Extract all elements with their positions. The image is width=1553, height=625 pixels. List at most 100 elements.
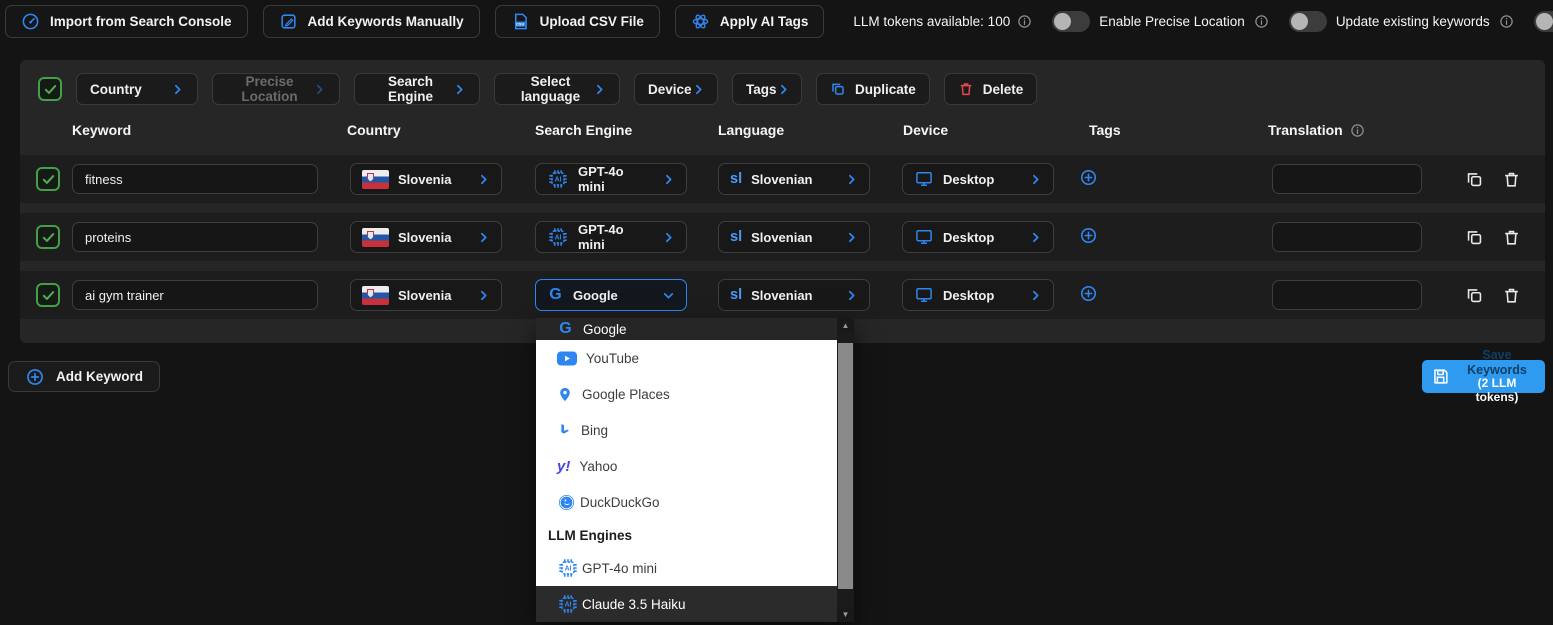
svg-text:CSV: CSV — [516, 22, 524, 27]
duplicate-button[interactable]: Duplicate — [816, 73, 930, 105]
apply-ai-tags-button[interactable]: Apply AI Tags — [675, 5, 825, 38]
info-icon[interactable] — [1254, 14, 1269, 29]
header-keyword: Keyword — [66, 122, 342, 138]
duplicate-row-icon[interactable] — [1465, 170, 1484, 189]
language-select[interactable]: sl Slovenian — [718, 163, 870, 195]
import-search-console-button[interactable]: Import from Search Console — [5, 5, 248, 38]
upload-csv-button[interactable]: CSV Upload CSV File — [495, 5, 660, 38]
button-label: Apply AI Tags — [720, 14, 809, 29]
llm-engines-section-label: LLM Engines — [536, 520, 837, 550]
edit-icon — [279, 12, 298, 31]
language-select[interactable]: sl Slovenian — [718, 279, 870, 311]
dropdown-item-google[interactable]: G Google — [536, 318, 837, 340]
duplicate-row-icon[interactable] — [1465, 228, 1484, 247]
toggle-label: Enable Precise Location — [1099, 14, 1245, 29]
search-engine-select[interactable]: AI GPT-4o mini — [535, 163, 687, 195]
translation-input[interactable] — [1272, 164, 1422, 194]
delete-row-icon[interactable] — [1502, 170, 1521, 189]
ai-chip-icon: AI — [557, 593, 579, 615]
dropdown-item-google-places[interactable]: Google Places — [536, 376, 837, 412]
translation-input[interactable] — [1272, 280, 1422, 310]
keywords-table-panel: Country Precise Location Search Engine S… — [20, 60, 1545, 343]
country-select[interactable]: Slovenia — [350, 221, 502, 253]
ai-swirl-icon — [691, 12, 710, 31]
device-select[interactable]: Desktop — [902, 163, 1054, 195]
add-tag-icon[interactable] — [1079, 168, 1098, 187]
language-code-badge: sl — [730, 287, 742, 303]
dropdown-item-yahoo[interactable]: y! Yahoo — [536, 448, 837, 484]
delete-row-icon[interactable] — [1502, 286, 1521, 305]
country-select[interactable]: Slovenia — [350, 279, 502, 311]
bulk-select-language-button[interactable]: Select language — [494, 73, 620, 105]
toggle-knob — [1536, 13, 1553, 30]
table-row: Slovenia AI GPT-4o mini sl Slove — [20, 155, 1545, 203]
table-row: Slovenia G Google sl Slovenian D — [20, 271, 1545, 319]
chevron-right-icon — [453, 83, 466, 96]
delete-button[interactable]: Delete — [944, 73, 1038, 105]
bulk-button-label: Country — [90, 82, 142, 97]
country-select[interactable]: Slovenia — [350, 163, 502, 195]
bulk-device-button[interactable]: Device — [634, 73, 718, 105]
save-button-tokens-label: (2 LLM tokens) — [1458, 377, 1536, 405]
save-keywords-button[interactable]: Save Keywords (2 LLM tokens) — [1422, 360, 1545, 393]
bulk-button-label: Select language — [508, 74, 593, 104]
svg-text:AI: AI — [565, 566, 572, 573]
chevron-right-icon — [845, 173, 858, 186]
keyword-input[interactable] — [72, 164, 318, 194]
device-select[interactable]: Desktop — [902, 221, 1054, 253]
slovenia-flag-icon — [362, 228, 389, 247]
dropdown-item-youtube[interactable]: YouTube — [536, 340, 837, 376]
info-icon[interactable] — [1350, 123, 1365, 138]
table-row: Slovenia AI GPT-4o mini sl Slove — [20, 213, 1545, 261]
svg-text:AI: AI — [555, 177, 562, 184]
device-select[interactable]: Desktop — [902, 279, 1054, 311]
yahoo-icon: y! — [557, 458, 570, 475]
slovenia-flag-icon — [362, 170, 389, 189]
chevron-right-icon — [171, 83, 184, 96]
delete-row-icon[interactable] — [1502, 228, 1521, 247]
bulk-country-button[interactable]: Country — [76, 73, 198, 105]
header-country: Country — [342, 122, 528, 138]
translation-input[interactable] — [1272, 222, 1422, 252]
dropdown-item-duckduckgo[interactable]: DuckDuckGo — [536, 484, 837, 520]
bulk-search-engine-button[interactable]: Search Engine — [354, 73, 480, 105]
chevron-down-icon — [662, 289, 675, 302]
update-keywords-toggle-group: Update existing keywords — [1289, 11, 1514, 32]
toggle-label: Update existing keywords — [1336, 14, 1490, 29]
chevron-right-icon — [477, 289, 490, 302]
row-checkbox[interactable] — [36, 167, 60, 191]
bulk-tags-button[interactable]: Tags — [732, 73, 802, 105]
dropdown-item-claude-3-5-haiku[interactable]: AI Claude 3.5 Haiku — [536, 586, 837, 622]
slovenia-flag-icon — [362, 286, 389, 305]
row-checkbox[interactable] — [36, 283, 60, 307]
add-keywords-manually-button[interactable]: Add Keywords Manually — [263, 5, 480, 38]
chevron-right-icon — [662, 173, 675, 186]
dropdown-scrollbar[interactable]: ▲ ▼ — [837, 318, 854, 622]
keyword-input[interactable] — [72, 280, 318, 310]
search-engine-select[interactable]: AI GPT-4o mini — [535, 221, 687, 253]
scrollbar-down-arrow-icon[interactable]: ▼ — [837, 607, 854, 622]
chevron-right-icon — [1029, 173, 1042, 186]
duplicate-row-icon[interactable] — [1465, 286, 1484, 305]
create-keyword-views-toggle[interactable] — [1534, 11, 1553, 32]
row-checkbox[interactable] — [36, 225, 60, 249]
header-tags: Tags — [1073, 122, 1261, 138]
info-icon[interactable] — [1017, 14, 1032, 29]
dropdown-item-gpt-4o-mini[interactable]: AI GPT-4o mini — [536, 550, 837, 586]
select-all-checkbox[interactable] — [38, 77, 62, 101]
search-engine-select-open[interactable]: G Google — [535, 279, 687, 311]
llm-tokens-label: LLM tokens available: 100 — [853, 14, 1010, 29]
copy-icon — [830, 81, 846, 97]
language-select[interactable]: sl Slovenian — [718, 221, 870, 253]
update-existing-keywords-toggle[interactable] — [1289, 11, 1327, 32]
add-tag-icon[interactable] — [1079, 226, 1098, 245]
scrollbar-up-arrow-icon[interactable]: ▲ — [837, 318, 854, 333]
enable-precise-location-toggle[interactable] — [1052, 11, 1090, 32]
dropdown-item-bing[interactable]: Bing — [536, 412, 837, 448]
info-icon[interactable] — [1499, 14, 1514, 29]
keyword-input[interactable] — [72, 222, 318, 252]
add-keyword-button[interactable]: Add Keyword — [8, 361, 160, 392]
csv-file-icon: CSV — [511, 12, 530, 31]
add-tag-icon[interactable] — [1079, 284, 1098, 303]
scrollbar-thumb[interactable] — [838, 343, 853, 589]
